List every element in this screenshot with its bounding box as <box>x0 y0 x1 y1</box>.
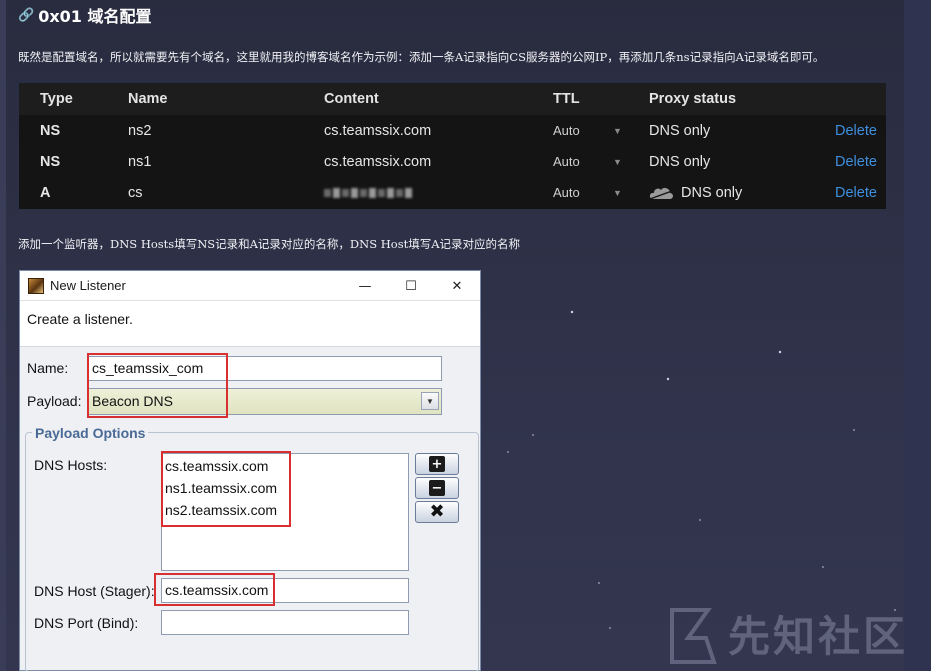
list-item[interactable]: ns1.teamssix.com <box>162 477 408 499</box>
dns-stager-label: DNS Host (Stager): <box>34 583 155 599</box>
article-paragraph-1: 既然是配置域名，所以就需要先有个域名，这里就用我的博客域名作为示例：添加一条A记… <box>18 50 825 64</box>
window-title: New Listener <box>50 278 126 293</box>
proxy-status-text: DNS only <box>649 153 711 170</box>
record-ttl[interactable]: Auto <box>553 185 580 200</box>
cloud-icon[interactable] <box>649 186 673 200</box>
close-button[interactable]: ✕ <box>434 271 480 301</box>
table-row: NS ns2 cs.teamssix.com Auto ▼ DNS only D… <box>19 115 886 146</box>
payload-selected-value: Beacon DNS <box>92 393 173 409</box>
article-heading: 🔗 0x01 域名配置 <box>18 4 151 26</box>
record-type: A <box>40 184 51 201</box>
delete-link[interactable]: Delete <box>835 123 877 139</box>
heading-text: 0x01 域名配置 <box>38 7 152 26</box>
record-name: ns1 <box>128 153 152 170</box>
proxy-status-text: DNS only <box>649 122 711 139</box>
record-content: cs.teamssix.com <box>324 122 432 139</box>
name-label: Name: <box>27 360 69 376</box>
watermark: 先知社区 <box>668 603 908 664</box>
record-name: ns2 <box>128 122 152 139</box>
table-header: Type Name Content TTL Proxy status <box>19 83 886 115</box>
record-ttl[interactable]: Auto <box>553 154 580 169</box>
watermark-logo-icon <box>670 607 717 664</box>
delete-link[interactable]: Delete <box>835 185 877 201</box>
banner-text: Create a listener. <box>27 311 133 327</box>
dns-hosts-list[interactable]: cs.teamssix.com ns1.teamssix.com ns2.tea… <box>161 453 409 571</box>
record-type: NS <box>40 122 61 139</box>
title-bar[interactable]: New Listener — ☐ ✕ <box>20 271 480 301</box>
record-proxy: DNS only <box>649 154 710 170</box>
dropdown-arrow-icon[interactable]: ▼ <box>613 188 622 198</box>
col-content: Content <box>324 91 379 107</box>
payload-select[interactable]: Beacon DNS ▼ <box>88 388 442 415</box>
col-ttl: TTL <box>553 91 580 107</box>
clear-hosts-button[interactable]: ✖ <box>415 501 459 523</box>
payload-options-title: Payload Options <box>32 425 149 441</box>
new-listener-window: New Listener — ☐ ✕ Create a listener. Na… <box>19 270 481 671</box>
add-host-button[interactable]: + <box>415 453 459 475</box>
article-paragraph-2: 添加一个监听器，DNS Hosts填写NS记录和A记录对应的名称，DNS Hos… <box>18 237 521 251</box>
dns-records-table: Type Name Content TTL Proxy status NS ns… <box>19 83 886 209</box>
dropdown-arrow-icon[interactable]: ▼ <box>613 126 622 136</box>
col-proxy-status: Proxy status <box>649 91 737 107</box>
name-input[interactable]: cs_teamssix_com <box>88 356 442 381</box>
page-left-edge <box>0 0 6 671</box>
dialog-banner: Create a listener. <box>20 301 480 347</box>
dns-hosts-label: DNS Hosts: <box>34 457 108 473</box>
maximize-button[interactable]: ☐ <box>388 271 434 301</box>
watermark-text: 先知社区 <box>728 612 909 661</box>
dns-stager-input[interactable]: cs.teamssix.com <box>161 578 409 603</box>
remove-host-button[interactable]: − <box>415 477 459 499</box>
minus-icon: − <box>429 480 445 496</box>
dropdown-arrow-icon[interactable]: ▼ <box>613 157 622 167</box>
link-icon[interactable]: 🔗 <box>18 8 34 23</box>
list-item[interactable]: ns2.teamssix.com <box>162 499 408 521</box>
record-proxy[interactable]: DNS only <box>649 185 742 201</box>
plus-icon: + <box>429 456 445 472</box>
payload-label: Payload: <box>27 393 82 409</box>
record-ttl[interactable]: Auto <box>553 123 580 138</box>
proxy-status-text: DNS only <box>681 184 743 201</box>
col-type: Type <box>40 91 73 107</box>
list-item[interactable]: cs.teamssix.com <box>162 455 408 477</box>
table-row: A cs Auto ▼ DNS only Delete <box>19 177 886 208</box>
clear-icon: ✖ <box>429 501 445 522</box>
chevron-down-icon[interactable]: ▼ <box>421 392 439 410</box>
app-icon <box>28 278 44 294</box>
record-content: cs.teamssix.com <box>324 153 432 170</box>
table-row: NS ns1 cs.teamssix.com Auto ▼ DNS only D… <box>19 146 886 177</box>
delete-link[interactable]: Delete <box>835 154 877 170</box>
record-proxy: DNS only <box>649 123 710 139</box>
dns-port-input[interactable] <box>161 610 409 635</box>
page-right-edge <box>904 0 931 671</box>
dns-port-label: DNS Port (Bind): <box>34 615 139 631</box>
minimize-button[interactable]: — <box>342 271 388 301</box>
redacted-ip <box>324 187 412 198</box>
record-type: NS <box>40 153 61 170</box>
col-name: Name <box>128 91 168 107</box>
record-name: cs <box>128 184 143 201</box>
